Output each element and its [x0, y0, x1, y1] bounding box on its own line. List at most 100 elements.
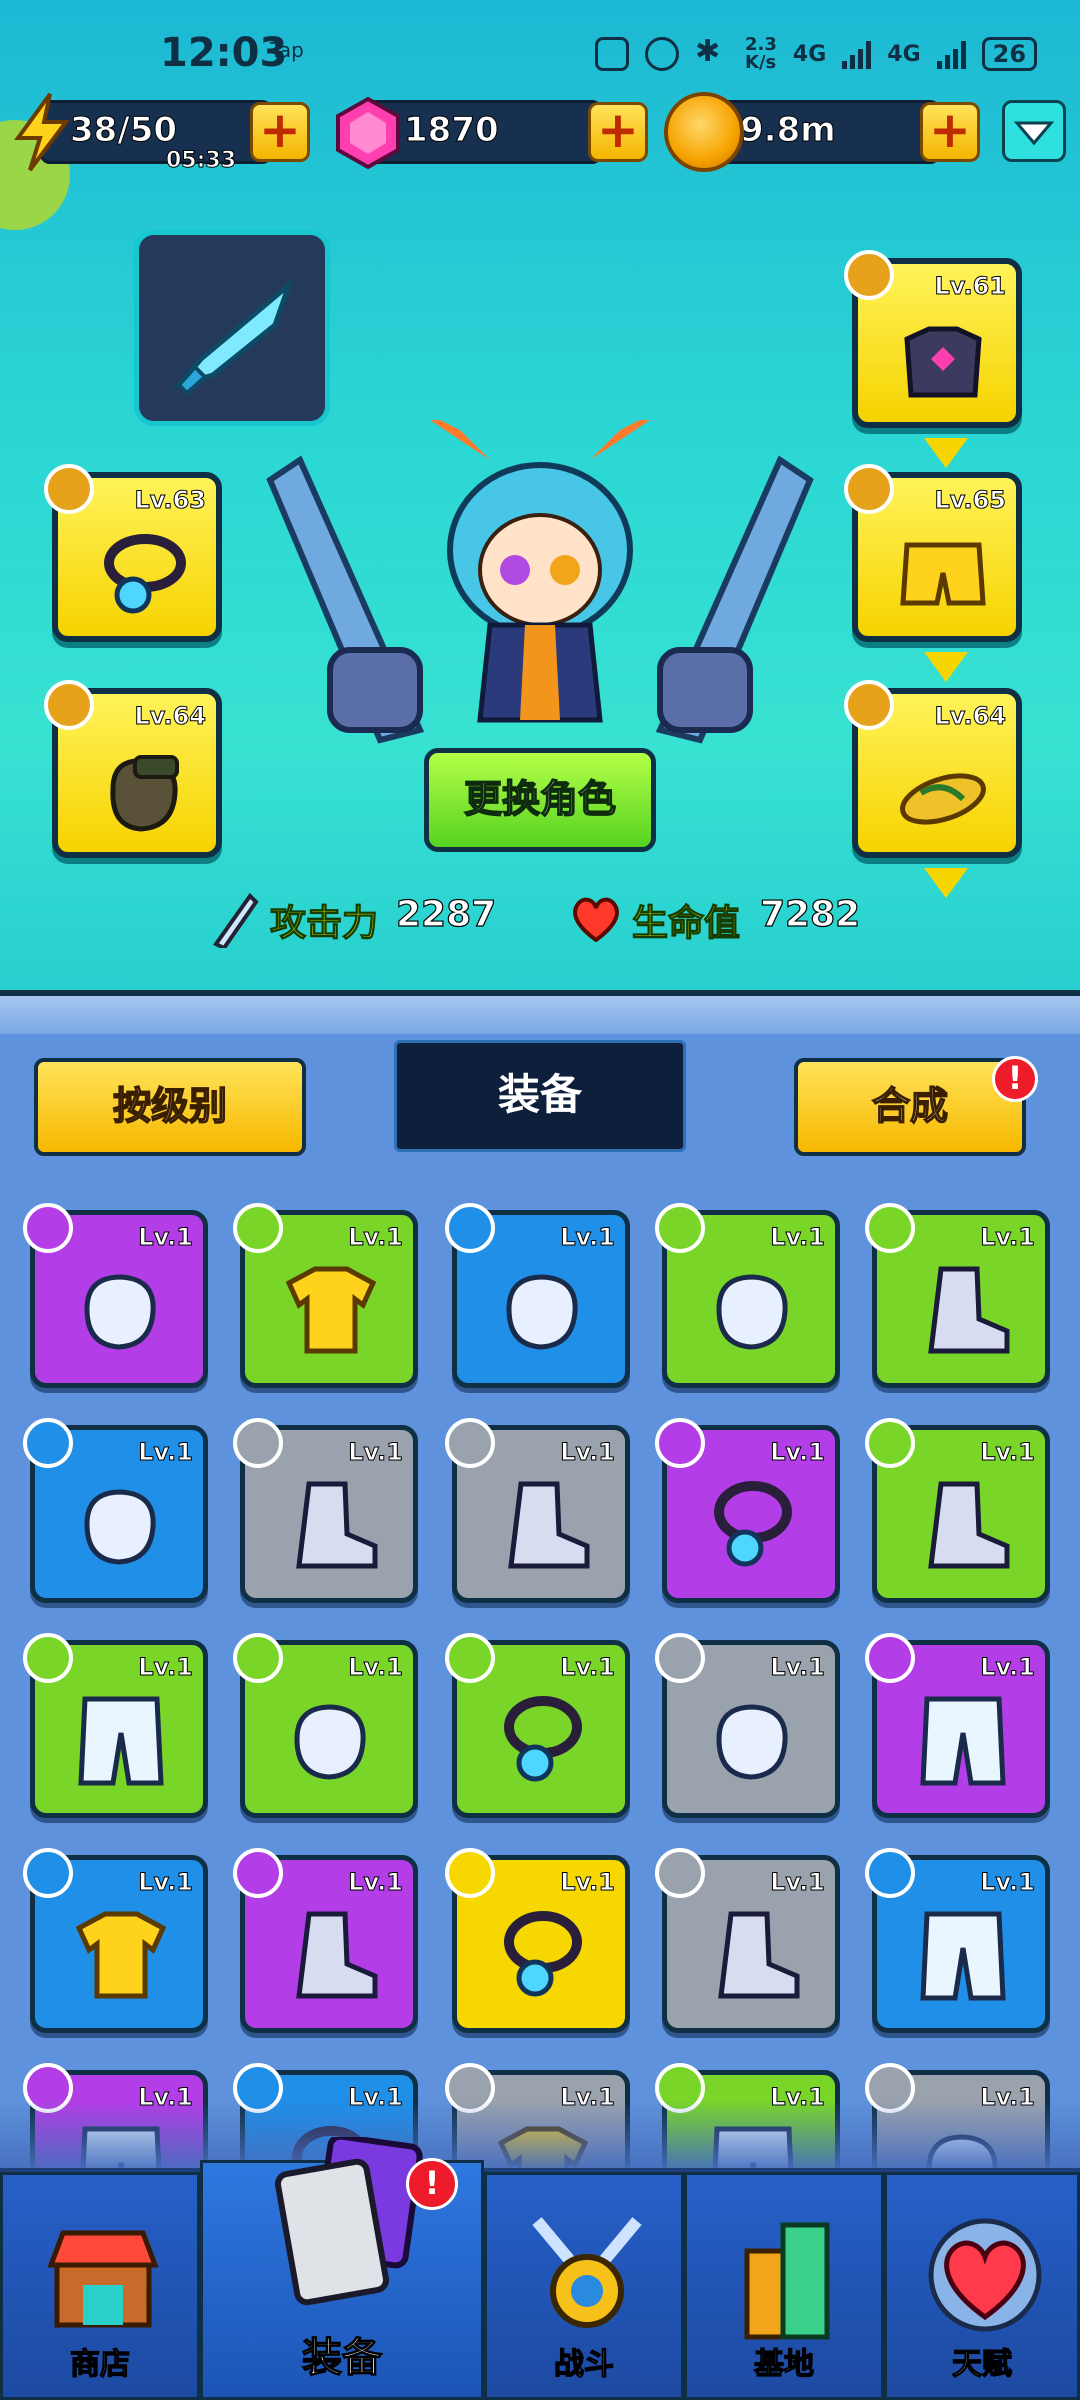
hero-stats: 攻击力 2287 生命值 7282 — [200, 890, 900, 950]
inventory-item[interactable]: Lv.1 — [865, 1848, 1050, 2033]
item-level: Lv.1 — [980, 1868, 1036, 1897]
item-level: Lv.1 — [138, 1653, 194, 1682]
shoes-icon — [928, 1481, 1010, 1569]
network-speed: 2.3 K/s — [745, 34, 777, 73]
upgrade-arrow-icon — [924, 868, 968, 898]
necklace-slot[interactable]: Lv.63 — [44, 464, 222, 642]
panel-divider — [0, 990, 1080, 1034]
network-type-1: 4G — [792, 41, 827, 67]
bluetooth-icon: ✱ — [695, 34, 721, 69]
inventory-item[interactable]: Lv.1 — [655, 1633, 840, 1818]
status-time: 12:03 — [160, 30, 288, 76]
inventory-item[interactable]: Lv.1 — [233, 1633, 418, 1818]
inventory-item[interactable]: Lv.1 — [445, 1418, 630, 1603]
chest-slot[interactable]: Lv.61 — [844, 250, 1022, 468]
pants-slot[interactable]: Lv.65 — [844, 464, 1022, 682]
item-type-icon — [655, 1203, 705, 1253]
inventory-item[interactable]: Lv.1 — [865, 1203, 1050, 1388]
item-level: Lv.1 — [560, 1653, 616, 1682]
tab-shop[interactable]: 商店 — [0, 2172, 200, 2400]
upgrade-arrow-icon — [924, 652, 968, 682]
sort-by-level-button[interactable]: 按级别 — [34, 1058, 306, 1156]
gloves-level: Lv.64 — [134, 702, 206, 731]
heart-icon — [573, 897, 619, 942]
change-character-button[interactable]: 更换角色 — [424, 748, 656, 852]
inventory-item[interactable]: Lv.1 — [23, 1633, 208, 1818]
inventory-item[interactable]: Lv.1 — [655, 1848, 840, 2033]
status-icons: ✱ 2.3 K/s 4G 4G 26 — [595, 32, 1038, 76]
inventory-item[interactable]: Lv.1 — [865, 1633, 1050, 1818]
necklace-level: Lv.63 — [134, 486, 206, 515]
item-level: Lv.1 — [348, 1438, 404, 1467]
tab-battle[interactable]: 战斗 — [484, 2172, 684, 2400]
inventory-item[interactable]: Lv.1 — [23, 1203, 208, 1388]
shoes-level: Lv.64 — [934, 702, 1006, 731]
shop-icon — [47, 2230, 159, 2328]
signal-icon-1 — [842, 39, 872, 69]
item-type-icon — [865, 1203, 915, 1253]
nfc-icon — [595, 37, 629, 71]
inventory-item[interactable]: Lv.1 — [233, 1418, 418, 1603]
shoes-slot[interactable]: Lv.64 — [844, 680, 1022, 898]
weapon-slot[interactable] — [134, 230, 330, 426]
inventory-item[interactable]: Lv.1 — [655, 1418, 840, 1603]
inventory-item[interactable]: Lv.1 — [233, 1848, 418, 2033]
inventory-item[interactable]: Lv.1 — [445, 1203, 630, 1388]
item-type-icon — [445, 1633, 495, 1683]
item-level: Lv.1 — [348, 1653, 404, 1682]
gauntlet-icon — [110, 755, 179, 832]
pants-icon — [920, 1911, 1006, 2001]
base-building-icon — [744, 2222, 830, 2340]
gem-icon — [336, 96, 400, 170]
energy-timer: 05:33 — [165, 148, 237, 174]
tab-equipment-label: 装备 — [301, 2334, 382, 2381]
hero-character-sprite — [266, 420, 814, 744]
add-energy-button[interactable]: + — [250, 102, 310, 162]
merge-button[interactable]: 合成 — [794, 1058, 1026, 1156]
item-type-icon — [655, 1633, 705, 1683]
signal-icon-2 — [936, 39, 966, 69]
item-type-icon — [865, 1848, 915, 1898]
inventory-item[interactable]: Lv.1 — [445, 1848, 630, 2033]
add-coin-button[interactable]: + — [920, 102, 980, 162]
item-type-icon — [233, 1203, 283, 1253]
gloves-type-icon — [44, 680, 94, 730]
tab-talent-label: 天赋 — [951, 2346, 1012, 2382]
inventory-item[interactable]: Lv.1 — [655, 1203, 840, 1388]
item-level: Lv.1 — [348, 1223, 404, 1252]
gloves-icon — [294, 1704, 366, 1780]
item-type-icon — [445, 1203, 495, 1253]
inventory-item[interactable]: Lv.1 — [23, 1848, 208, 2033]
necklace-icon — [714, 1481, 792, 1567]
shoes-type-icon — [844, 680, 894, 730]
item-level: Lv.1 — [138, 1223, 194, 1252]
item-type-icon — [233, 1418, 283, 1468]
energy-bar: 38/50 — [40, 100, 272, 164]
chest-level: Lv.61 — [934, 272, 1006, 301]
pants-icon — [78, 1696, 164, 1786]
chest-type-icon — [844, 250, 894, 300]
item-level: Lv.1 — [770, 1653, 826, 1682]
tab-talent[interactable]: 天赋 — [884, 2172, 1080, 2400]
item-level: Lv.1 — [770, 1223, 826, 1252]
talent-heart-icon — [928, 2218, 1042, 2332]
armor-icon — [904, 326, 982, 398]
shoes-icon — [296, 1911, 378, 1999]
tab-base[interactable]: 基地 — [684, 2172, 884, 2400]
item-type-icon — [23, 1418, 73, 1468]
item-level: Lv.1 — [980, 1438, 1036, 1467]
gloves-slot[interactable]: Lv.64 — [44, 680, 222, 858]
attack-label: 攻击力 — [269, 902, 379, 944]
item-type-icon — [23, 1848, 73, 1898]
inventory-item[interactable]: Lv.1 — [233, 1203, 418, 1388]
item-level: Lv.1 — [980, 1653, 1036, 1682]
inventory-item[interactable]: Lv.1 — [865, 1418, 1050, 1603]
menu-dropdown-button[interactable] — [1002, 100, 1066, 162]
item-type-icon — [23, 1203, 73, 1253]
shoes-icon — [718, 1911, 800, 1999]
battery-indicator: 26 — [981, 37, 1038, 71]
inventory-item[interactable]: Lv.1 — [445, 1633, 630, 1818]
equipment-cards-icon — [274, 2137, 423, 2306]
add-gem-button[interactable]: + — [588, 102, 648, 162]
inventory-item[interactable]: Lv.1 — [23, 1418, 208, 1603]
